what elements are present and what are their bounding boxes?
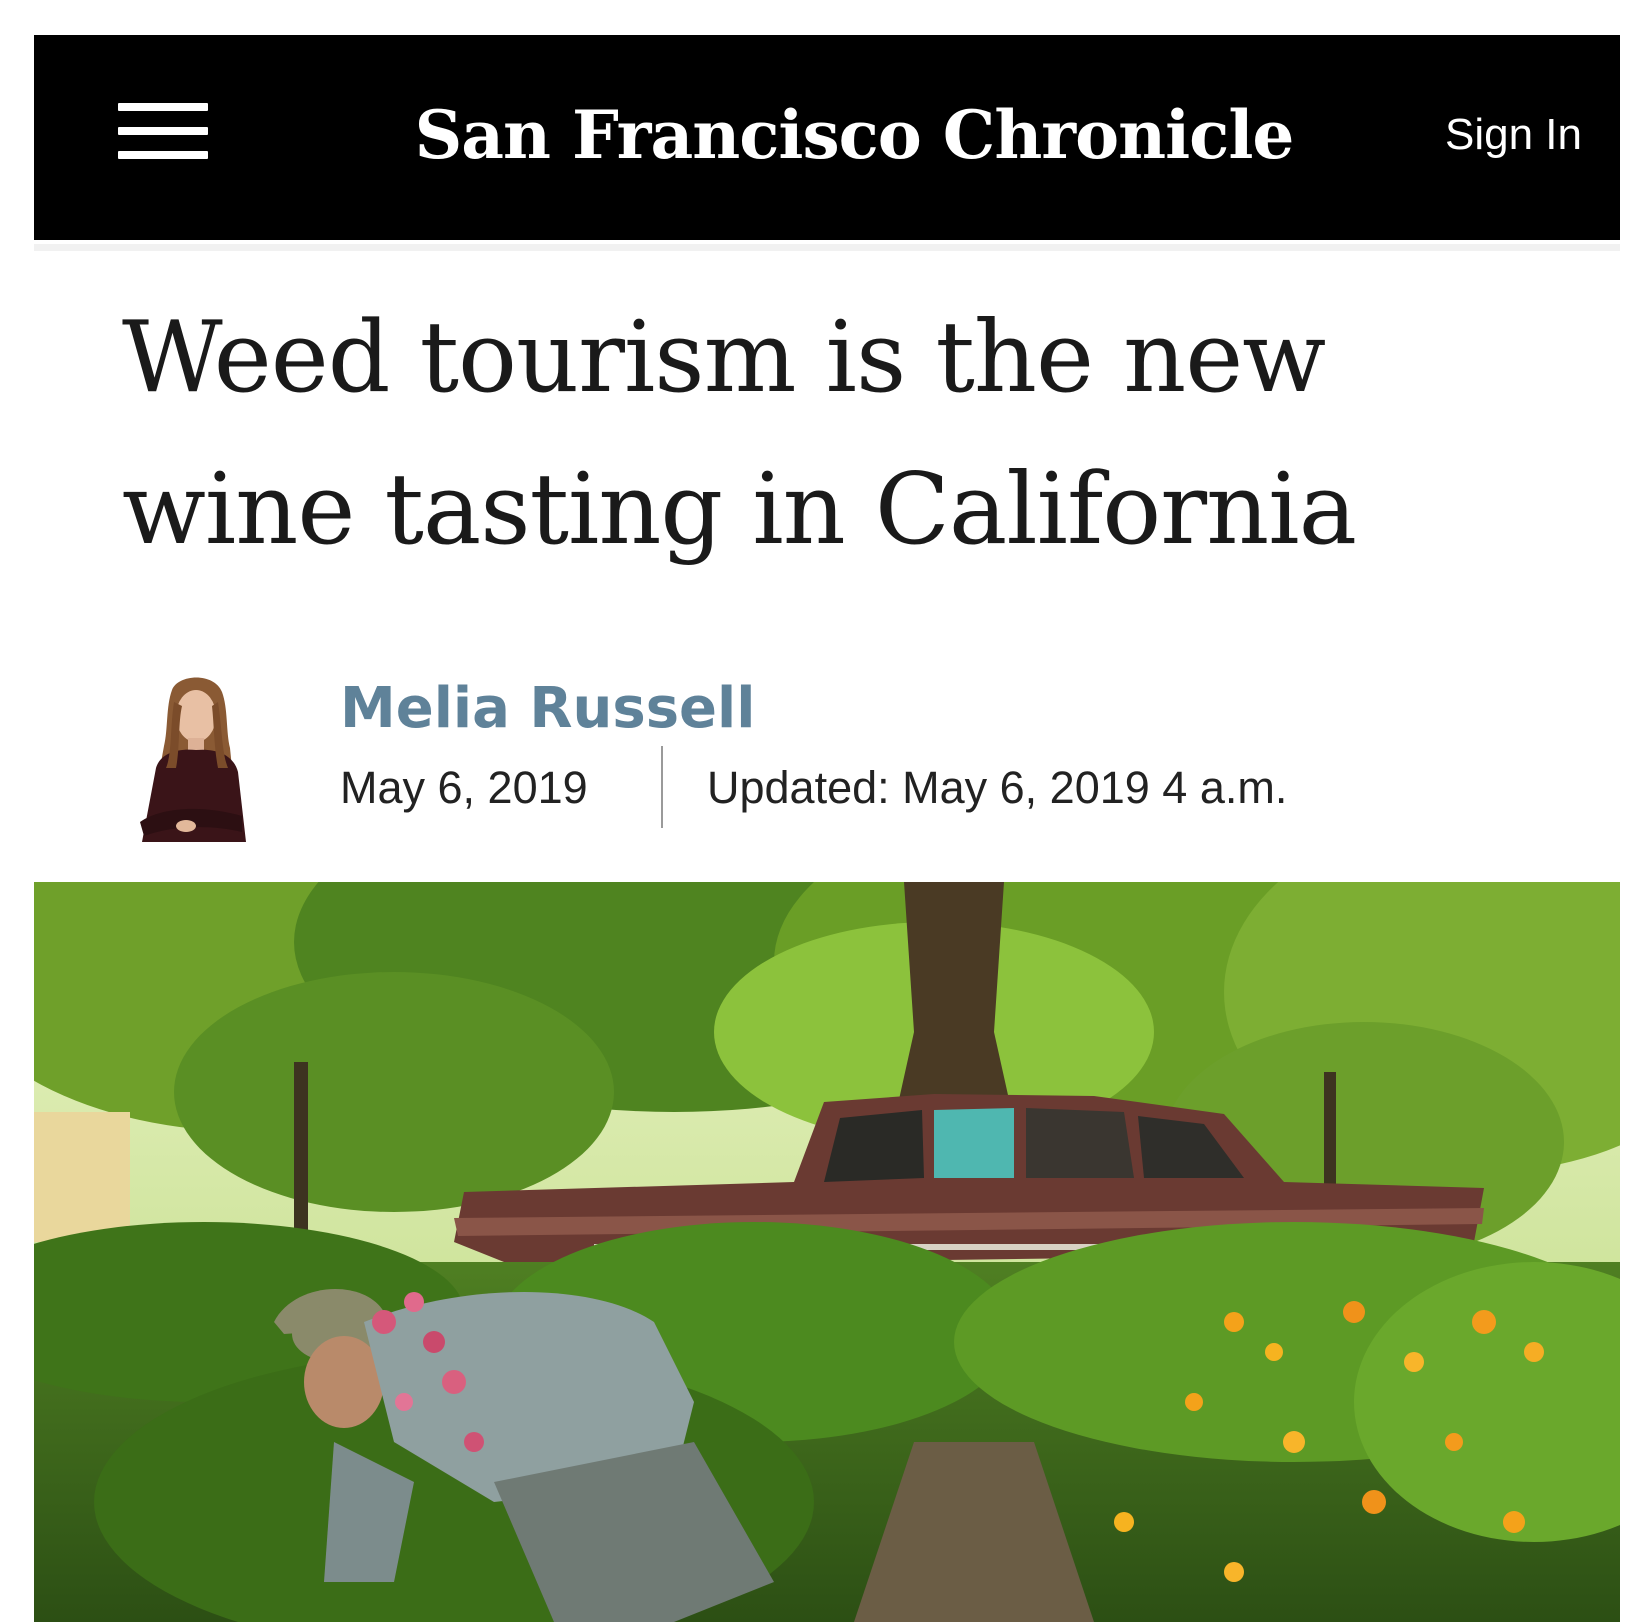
author-name-link[interactable]: Melia Russell [340,676,755,742]
hero-photo[interactable] [34,882,1620,1622]
article-page: San Francisco Chronicle Sign In Weed tou… [0,0,1644,1622]
sign-in-link[interactable]: Sign In [1445,105,1582,165]
site-header: San Francisco Chronicle Sign In [34,35,1620,240]
header-divider [34,244,1620,251]
updated-date: Updated: May 6, 2019 4 a.m. [707,762,1288,813]
article-headline: Weed tourism is the new wine tasting in … [122,301,1357,567]
hamburger-menu-icon[interactable] [118,103,208,161]
publish-date: May 6, 2019 [340,762,588,813]
author-avatar[interactable] [130,672,258,844]
date-separator [661,746,663,828]
site-logo[interactable]: San Francisco Chronicle [414,75,1295,195]
